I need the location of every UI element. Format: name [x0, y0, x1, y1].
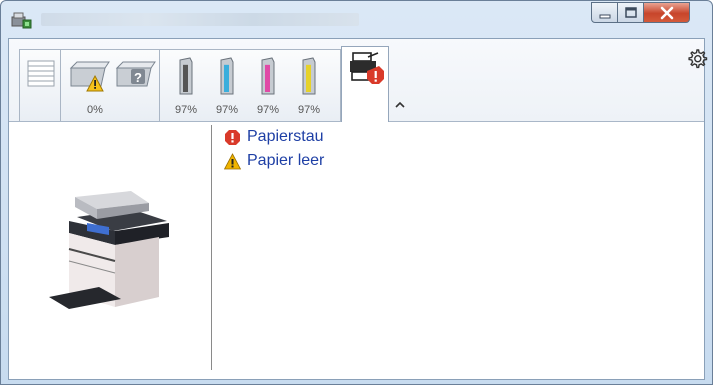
printer-error-icon: [350, 52, 384, 84]
toner-cartridge-icon: [220, 57, 234, 95]
toner-percent: 97%: [256, 104, 280, 116]
tray-unknown-icon: ?: [115, 61, 156, 87]
toner-percent: 97%: [297, 104, 321, 116]
tab-toner[interactable]: 97% 97% 97% 97%: [159, 49, 341, 121]
toner-level-fill: [306, 64, 311, 92]
toner-percent: 97%: [174, 104, 198, 116]
close-button[interactable]: [644, 2, 690, 23]
window-title-obscured: [41, 13, 359, 26]
toner-cartridge-icon: [302, 57, 316, 95]
status-toolbar: ? 0% 97% 97% 97% 97%: [9, 39, 708, 122]
printer-illustration: [49, 191, 169, 309]
svg-text:?: ?: [134, 70, 142, 85]
alert-item[interactable]: Papierstau: [224, 127, 324, 147]
status-monitor-window: ? 0% 97% 97% 97% 97% Papierstau Papier l…: [0, 0, 713, 385]
tab-status[interactable]: [341, 46, 389, 122]
alert-item[interactable]: Papier leer: [224, 151, 324, 171]
tab-paper[interactable]: [19, 49, 61, 121]
minimize-button[interactable]: [591, 2, 618, 23]
maximize-icon: [625, 7, 637, 18]
client-area: ? 0% 97% 97% 97% 97% Papierstau Papier l…: [8, 38, 708, 380]
tab-machine[interactable]: ? 0%: [60, 49, 160, 121]
error-icon: [225, 129, 240, 145]
close-icon: [660, 6, 674, 20]
toner-cartridge-icon: [179, 57, 193, 95]
machine-percent: 0%: [87, 104, 103, 116]
maximize-button[interactable]: [618, 2, 644, 23]
chevron-up-icon[interactable]: [395, 100, 405, 110]
alert-label[interactable]: Papier leer: [247, 152, 324, 170]
paper-stack-icon: [27, 60, 55, 87]
toner-level-fill: [224, 64, 229, 92]
toner-cartridge-icon: [261, 57, 275, 95]
gear-icon[interactable]: [686, 48, 708, 70]
alert-label[interactable]: Papierstau: [247, 128, 324, 146]
warning-icon: [224, 152, 241, 169]
printer-app-icon: [11, 12, 32, 29]
toner-level-fill: [183, 64, 188, 92]
toner-percent: 97%: [215, 104, 239, 116]
minimize-icon: [599, 14, 611, 19]
tray-warning-icon: [69, 61, 110, 92]
panel-divider: [211, 125, 212, 370]
title-bar[interactable]: [1, 1, 712, 37]
toner-level-fill: [265, 64, 270, 92]
